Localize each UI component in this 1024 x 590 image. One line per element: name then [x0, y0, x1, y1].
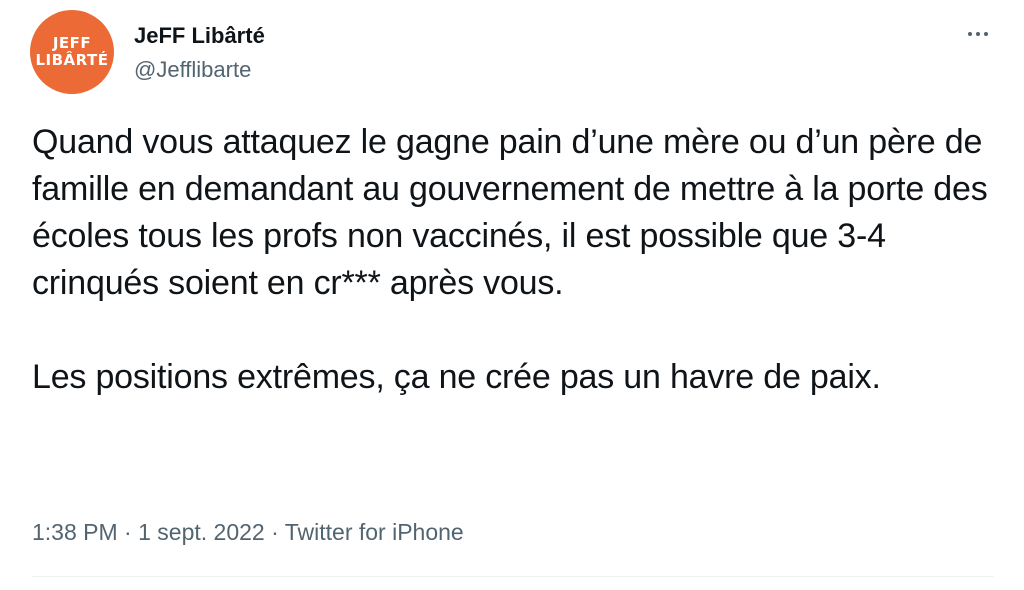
meta-separator: ·: [264, 519, 285, 545]
tweet-date-link[interactable]: 1 sept. 2022: [138, 519, 265, 545]
tweet-paragraph-2: Les positions extrêmes, ça ne crée pas u…: [32, 358, 881, 396]
avatar-logo-line1: JEFF: [52, 34, 92, 52]
author-handle[interactable]: @Jefflibarte: [134, 56, 251, 84]
tweet-source-link[interactable]: Twitter for iPhone: [285, 519, 464, 545]
more-horizontal-icon: [966, 32, 990, 36]
tweet-metadata: 1:38 PM · 1 sept. 2022 · Twitter for iPh…: [32, 516, 464, 548]
more-options-button[interactable]: [956, 20, 1000, 48]
tweet-card: JEFF LIBÂRTÉ JeFF Libârté @Jefflibarte Q…: [0, 0, 1024, 590]
avatar-logo-line2: LIBÂRTÉ: [35, 51, 109, 69]
tweet-text: Quand vous attaquez le gagne pain d’une …: [32, 119, 1002, 401]
avatar[interactable]: JEFF LIBÂRTÉ: [30, 10, 114, 94]
tweet-time-link[interactable]: 1:38 PM: [32, 519, 118, 545]
divider: [32, 576, 994, 577]
tweet-paragraph-1: Quand vous attaquez le gagne pain d’une …: [32, 123, 997, 302]
meta-separator: ·: [117, 519, 139, 545]
author-display-name[interactable]: JeFF Libârté: [134, 22, 265, 50]
